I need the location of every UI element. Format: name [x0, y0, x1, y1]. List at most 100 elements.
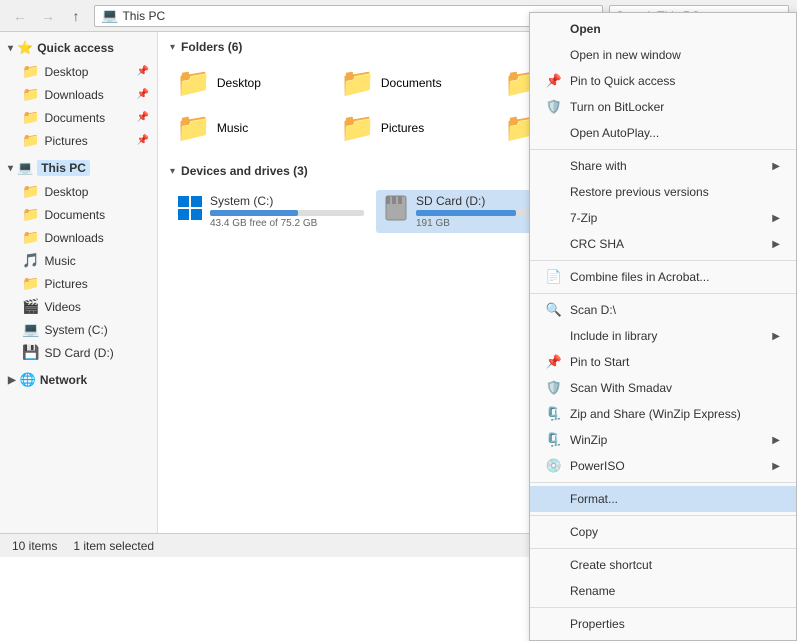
ctx-item-copy[interactable]: Copy [530, 519, 796, 545]
ctx-item-open[interactable]: Open [530, 16, 796, 42]
network-header[interactable]: ▶ 🌐 Network [0, 368, 157, 392]
ctx-separator [530, 607, 796, 608]
ctx-item-icon: 🗜️ [546, 406, 562, 422]
ctx-item-share-with[interactable]: Share with ▶ [530, 153, 796, 179]
folder-label: Music [217, 121, 248, 135]
network-label: Network [40, 373, 87, 387]
sidebar-item-pictures-pc[interactable]: 📁 Pictures [0, 272, 157, 295]
folder-desktop[interactable]: 📁 Desktop [170, 62, 330, 103]
ctx-item-icon: 🗜️ [546, 432, 562, 448]
ctx-item-pin-to-quick-access[interactable]: 📌Pin to Quick access [530, 68, 796, 94]
ctx-item-rename[interactable]: Rename [530, 578, 796, 604]
ctx-item-label: WinZip [570, 433, 607, 447]
folder-documents[interactable]: 📁 Documents [334, 62, 494, 103]
sidebar-item-label: Pictures [44, 134, 87, 148]
ctx-item-create-shortcut[interactable]: Create shortcut [530, 552, 796, 578]
ctx-item-format-[interactable]: Format... [530, 486, 796, 512]
ctx-separator [530, 548, 796, 549]
ctx-item-label: Share with [570, 159, 627, 173]
windows-logo-icon [176, 194, 204, 229]
forward-button[interactable]: → [36, 4, 60, 28]
ctx-item-icon [546, 524, 562, 540]
ctx-item-icon [546, 583, 562, 599]
ctx-separator [530, 293, 796, 294]
drive-icon: 💾 [22, 344, 39, 361]
pin-icon: 📌 [137, 112, 149, 123]
ctx-item-winzip[interactable]: 🗜️ WinZip ▶ [530, 427, 796, 453]
ctx-item-label: Properties [570, 617, 625, 631]
ctx-item-scan-d-[interactable]: 🔍Scan D:\ [530, 297, 796, 323]
sidebar-item-label: SD Card (D:) [44, 346, 113, 360]
address-bar[interactable]: 💻 This PC [94, 5, 603, 27]
sidebar-item-music-pc[interactable]: 🎵 Music [0, 249, 157, 272]
sidebar-item-systemc[interactable]: 💻 System (C:) [0, 318, 157, 341]
ctx-item-icon [546, 158, 562, 174]
sidebar-item-desktop-pc[interactable]: 📁 Desktop [0, 180, 157, 203]
ctx-item-label: Open AutoPlay... [570, 126, 659, 140]
ctx-item-label: PowerISO [570, 459, 625, 473]
ctx-item-restore-previous-versions[interactable]: Restore previous versions [530, 179, 796, 205]
sidebar-item-label: Documents [44, 208, 105, 222]
folder-icon: 📁 [22, 132, 39, 149]
ctx-item-label: Format... [570, 492, 618, 506]
ctx-item-label: Create shortcut [570, 558, 652, 572]
selected-count: 1 item selected [73, 539, 154, 553]
sidebar-item-documents-pc[interactable]: 📁 Documents [0, 203, 157, 226]
ctx-item-include-in-library[interactable]: Include in library▶ [530, 323, 796, 349]
ctx-item-properties[interactable]: Properties [530, 611, 796, 637]
ctx-item-label: Turn on BitLocker [570, 100, 664, 114]
ctx-item-crc-sha[interactable]: CRC SHA▶ [530, 231, 796, 257]
ctx-item-pin-to-start[interactable]: 📌Pin to Start [530, 349, 796, 375]
ctx-item-scan-with-smadav[interactable]: 🛡️Scan With Smadav [530, 375, 796, 401]
folder-icon: 📁 [22, 206, 39, 223]
ctx-item-open-autoplay-[interactable]: Open AutoPlay... [530, 120, 796, 146]
drive-name: System (C:) [210, 194, 364, 208]
ctx-separator [530, 260, 796, 261]
ctx-separator [530, 482, 796, 483]
sidebar-item-downloads-qa[interactable]: 📁 Downloads 📌 [0, 83, 157, 106]
drive-system-c[interactable]: System (C:) 43.4 GB free of 75.2 GB [170, 190, 370, 233]
sidebar-item-documents-qa[interactable]: 📁 Documents 📌 [0, 106, 157, 129]
ctx-item-icon [546, 491, 562, 507]
submenu-arrow-icon: ▶ [772, 435, 780, 446]
sidebar-item-downloads-pc[interactable]: 📁 Downloads [0, 226, 157, 249]
drive-bar-fill [416, 210, 516, 216]
ctx-item-icon [546, 616, 562, 632]
folder-icon: 📁 [22, 229, 39, 246]
ctx-item-zip-and-share-winzip-express-[interactable]: 🗜️Zip and Share (WinZip Express) [530, 401, 796, 427]
sidebar-item-label: Music [44, 254, 75, 268]
sidebar-item-label: Pictures [44, 277, 87, 291]
sidebar-item-videos-pc[interactable]: 🎬 Videos [0, 295, 157, 318]
quick-access-header[interactable]: ▾ ⭐ Quick access [0, 36, 157, 60]
folder-pictures[interactable]: 📁 Pictures [334, 107, 494, 148]
submenu-arrow-icon: ▶ [772, 161, 780, 172]
this-pc-header[interactable]: ▾ 💻 This PC [0, 156, 157, 180]
ctx-item-open-in-new-window[interactable]: Open in new window [530, 42, 796, 68]
chevron-icon: ▾ [8, 43, 13, 54]
ctx-item-poweriso[interactable]: 💿PowerISO▶ [530, 453, 796, 479]
folder-icon: 📁 [22, 109, 39, 126]
ctx-item-turn-on-bitlocker[interactable]: 🛡️ Turn on BitLocker [530, 94, 796, 120]
sidebar-item-pictures-qa[interactable]: 📁 Pictures 📌 [0, 129, 157, 152]
ctx-item-icon: 📌 [546, 354, 562, 370]
ctx-item-label: Scan With Smadav [570, 381, 672, 395]
ctx-item-icon: 🛡️ [546, 99, 562, 115]
folder-music[interactable]: 📁 Music [170, 107, 330, 148]
quick-access-label: Quick access [37, 41, 114, 55]
chevron-icon: ▾ [8, 163, 13, 174]
item-count: 10 items [12, 539, 57, 553]
chevron-icon: ▾ [170, 42, 175, 53]
ctx-item-label: Restore previous versions [570, 185, 709, 199]
ctx-item-7-zip[interactable]: 7-Zip▶ [530, 205, 796, 231]
folder-icon: 🎬 [22, 298, 39, 315]
ctx-item-icon: 💿 [546, 458, 562, 474]
nav-buttons: ← → ↑ [8, 4, 88, 28]
ctx-item-combine-files-in-acrobat-[interactable]: 📄Combine files in Acrobat... [530, 264, 796, 290]
drive-bar-fill [210, 210, 298, 216]
sidebar-item-desktop-qa[interactable]: 📁 Desktop 📌 [0, 60, 157, 83]
up-button[interactable]: ↑ [64, 4, 88, 28]
context-menu: OpenOpen in new window📌Pin to Quick acce… [529, 12, 797, 641]
folder-icon: 📁 [22, 63, 39, 80]
back-button[interactable]: ← [8, 4, 32, 28]
sidebar-item-sdd[interactable]: 💾 SD Card (D:) [0, 341, 157, 364]
